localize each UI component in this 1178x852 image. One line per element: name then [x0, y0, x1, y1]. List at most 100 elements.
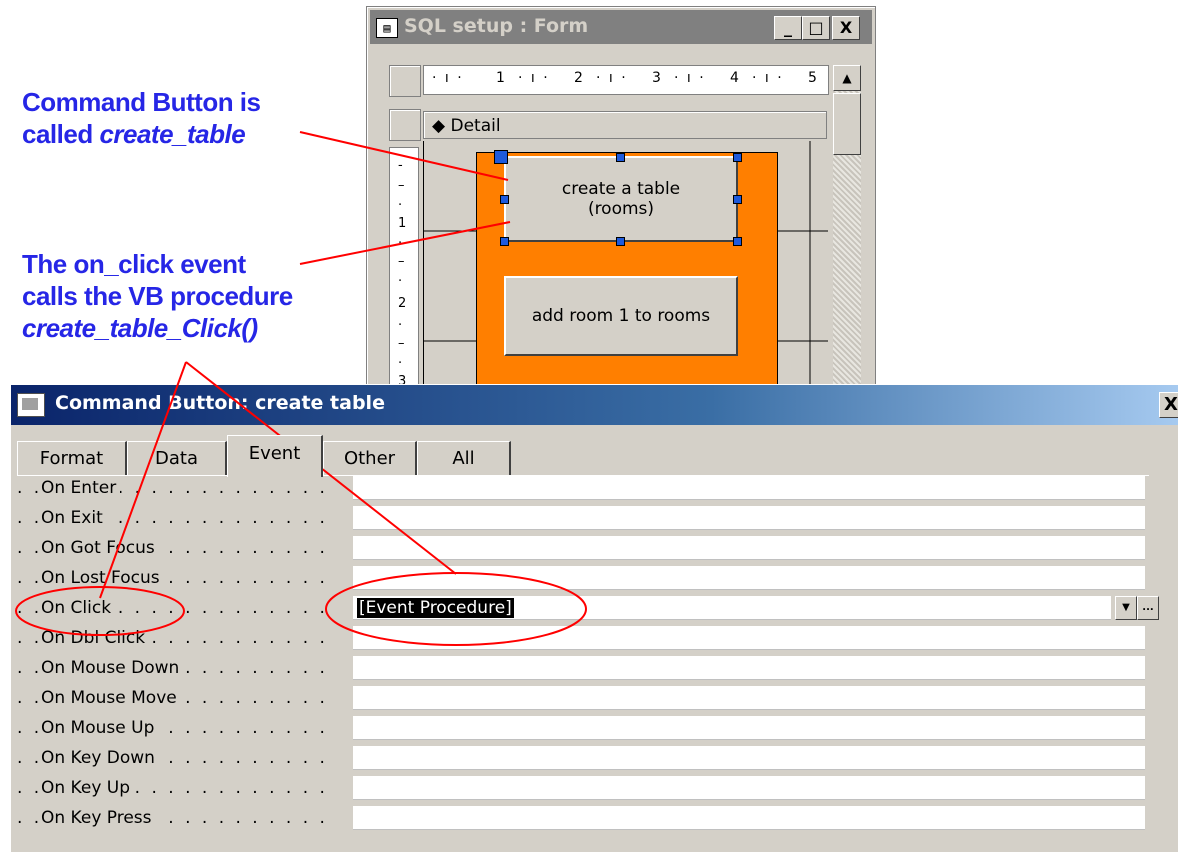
property-row[interactable]: . . . . . . . . . . . . . . . . . . . . … [17, 536, 1149, 563]
dropdown-arrow-icon[interactable]: ▼ [1115, 596, 1137, 620]
selection-handle[interactable] [733, 195, 742, 204]
ruler-ticks: · ı · [596, 70, 628, 86]
annotation-line: calls the VB procedure [22, 281, 293, 311]
property-sheet-icon [17, 393, 45, 417]
property-label: On Lost Focus [41, 568, 164, 588]
ruler-ticks: · [398, 236, 403, 251]
property-value-field[interactable] [353, 806, 1145, 830]
ruler-number: 2 [398, 296, 407, 311]
property-value-field[interactable] [353, 656, 1145, 680]
selection-handle[interactable] [616, 237, 625, 246]
ruler-ticks: · [398, 198, 403, 213]
form-title-bar[interactable]: ▤ SQL setup : Form _ □ X [370, 10, 872, 44]
property-label: On Dbl Click [41, 628, 150, 648]
property-row[interactable]: . . . . . . . . . . . . . . . . . . . . … [17, 716, 1149, 743]
property-label: On Mouse Up [41, 718, 159, 738]
property-row[interactable]: . . . . . . . . . . . . . . . . . . . . … [17, 506, 1149, 533]
property-row[interactable]: . . . . . . . . . . . . . . . . . . . . … [17, 746, 1149, 773]
ruler-number: 4 [730, 70, 739, 86]
section-selector[interactable] [389, 109, 421, 141]
tab-other[interactable]: Other [323, 441, 417, 475]
property-value-field[interactable] [353, 776, 1145, 800]
close-button[interactable]: X [1159, 392, 1178, 418]
ruler-corner[interactable] [389, 65, 421, 97]
ruler-ticks: · ı · [518, 70, 550, 86]
property-row[interactable]: . . . . . . . . . . . . . . . . . . . . … [17, 656, 1149, 683]
property-row[interactable]: . . . . . . . . . . . . . . . . . . . . … [17, 776, 1149, 803]
annotation-command-button: Command Button is called create_table [22, 86, 261, 150]
maximize-button[interactable]: □ [802, 16, 830, 40]
selection-handle[interactable] [616, 153, 625, 162]
property-row[interactable]: . . . . . . . . . . . . . . . . . . . . … [17, 686, 1149, 713]
close-button[interactable]: X [832, 16, 860, 40]
annotation-line: The on_click event [22, 249, 246, 279]
tab-event[interactable]: Event [227, 435, 323, 477]
tab-data[interactable]: Data [127, 441, 227, 475]
property-label: On Mouse Move [41, 688, 181, 708]
property-label: On Mouse Down [41, 658, 184, 678]
property-value-field[interactable] [353, 716, 1145, 740]
vertical-ruler[interactable]: - – · 1 · – · 2 · – · 3 [389, 147, 419, 387]
selection-handle[interactable] [500, 195, 509, 204]
property-row[interactable]: . . . . . . . . . . . . . . . . . . . . … [17, 476, 1149, 503]
ruler-ticks: – [398, 254, 405, 269]
ruler-number: 5 [808, 70, 817, 86]
property-sheet-title-bar[interactable]: Command Button: create table X [11, 385, 1178, 425]
property-value-field[interactable] [353, 536, 1145, 560]
ruler-ticks: · [398, 318, 403, 333]
ruler-number: 2 [574, 70, 583, 86]
tab-format[interactable]: Format [17, 441, 127, 475]
button-label-line: (rooms) [587, 199, 655, 219]
property-value-field[interactable] [353, 506, 1145, 530]
form-icon: ▤ [376, 18, 398, 38]
horizontal-ruler[interactable]: · ı · 1 · ı · 2 · ı · 3 · ı · 4 · ı · 5 [423, 65, 829, 95]
tab-all[interactable]: All [417, 441, 511, 475]
property-value-field[interactable] [353, 566, 1145, 590]
property-label: On Exit [41, 508, 107, 528]
property-value-field[interactable] [353, 746, 1145, 770]
property-sheet-title: Command Button: create table [55, 392, 385, 414]
scroll-thumb[interactable] [833, 93, 861, 155]
property-label: On Click [41, 598, 116, 618]
scroll-up-arrow[interactable]: ▲ [833, 65, 861, 91]
annotation-text: called [22, 119, 100, 149]
button-label-line: create a table [561, 179, 681, 199]
builder-button[interactable]: ... [1137, 596, 1159, 620]
detail-section-bar[interactable]: ◆ Detail [423, 111, 827, 139]
property-label: On Key Press [41, 808, 156, 828]
selection-handle[interactable] [500, 237, 509, 246]
annotation-italic: create_table [99, 119, 246, 149]
property-row[interactable]: . . . . . . . . . . . . . . . . . . . . … [17, 566, 1149, 593]
selection-handle[interactable] [733, 237, 742, 246]
property-row[interactable]: . . . . . . . . . . . . . . . . . . . . … [17, 626, 1149, 653]
property-row[interactable]: . . . . . . . . . . . . . . . . . . . . … [17, 806, 1149, 833]
property-label: On Got Focus [41, 538, 159, 558]
selected-value-text: [Event Procedure] [357, 598, 514, 618]
property-value-field[interactable] [353, 476, 1145, 500]
selection-handle[interactable] [733, 153, 742, 162]
on-click-value-field[interactable]: [Event Procedure] [353, 596, 1111, 620]
create-table-button[interactable]: create a table (rooms) [504, 156, 738, 242]
detail-label: Detail [450, 116, 501, 136]
property-value-field[interactable] [353, 686, 1145, 710]
ruler-ticks: · ı · [432, 70, 464, 86]
selection-move-handle[interactable] [494, 150, 508, 164]
property-label: On Key Down [41, 748, 159, 768]
ruler-ticks: · ı · [674, 70, 706, 86]
add-room-button[interactable]: add room 1 to rooms [504, 276, 738, 356]
ruler-ticks: · [398, 356, 403, 371]
annotation-line: called create_table [22, 118, 261, 150]
property-row-on-click[interactable]: . . . . . . . . . . . . . . . . . . . . … [17, 596, 1159, 623]
vertical-scrollbar[interactable]: ▲ [833, 65, 861, 387]
annotation-on-click: The on_click event calls the VB procedur… [22, 248, 293, 344]
property-label: On Enter [41, 478, 121, 498]
annotation-line: Command Button is [22, 87, 261, 117]
ruler-ticks: – [398, 336, 405, 351]
minimize-button[interactable]: _ [774, 16, 802, 40]
property-value-field[interactable] [353, 626, 1145, 650]
ruler-number: 1 [496, 70, 505, 86]
property-sheet-window: Command Button: create table X Format Da… [10, 384, 1178, 852]
ruler-number: 3 [652, 70, 661, 86]
ruler-ticks: - [398, 158, 403, 173]
detail-arrow-icon: ◆ [432, 116, 446, 136]
